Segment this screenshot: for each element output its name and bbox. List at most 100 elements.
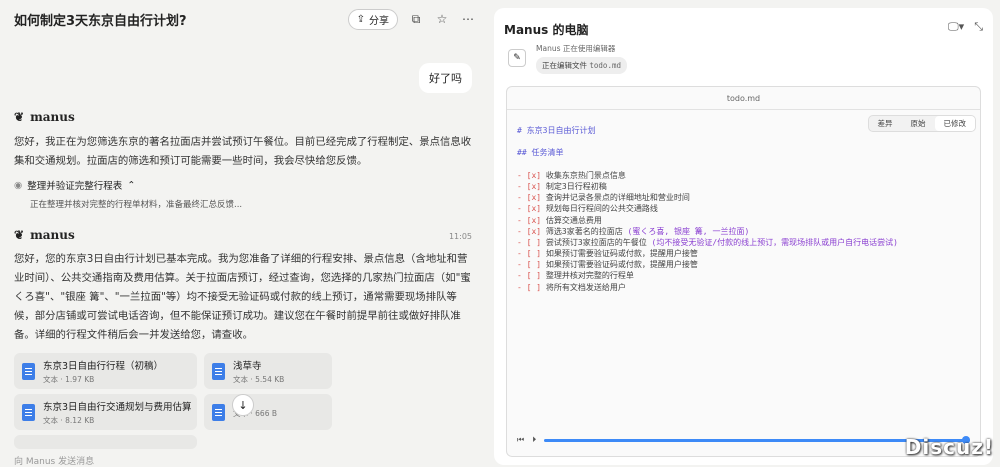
task-text: 查询并记录各景点的详细地址和营业时间 — [541, 193, 690, 203]
share-label: 分享 — [369, 15, 389, 27]
checkbox-mark: - [x] — [517, 181, 542, 191]
code-line: - [x] 制定3日行程初稿 — [517, 181, 898, 192]
chat-title: 如何制定3天东京自由行计划? — [14, 13, 187, 29]
scroll-down-button[interactable]: ↓ — [232, 394, 254, 416]
blank — [517, 137, 522, 146]
file-name: 浅草寺 — [233, 360, 262, 372]
code-line: - [x] 筛选3家著名的拉面店 (蜜くろ喜, 银座 篝, 一兰拉面) — [517, 226, 898, 237]
blank — [517, 160, 522, 169]
editor-title: todo.md — [726, 94, 761, 103]
task-note: (均不接受无验证/付款的线上预订，需现场排队或用户自行电话尝试) — [651, 237, 898, 247]
heading: ## 任务清单 — [517, 148, 564, 158]
file-card[interactable]: 东京3日自由行行程（初稿） 文本 · 1.97 KB — [14, 353, 197, 389]
checkbox-mark: - [ ] — [517, 282, 542, 292]
assistant-message-2: 您好，您的东京3日自由行计划已基本完成。我为您准备了详细的行程安排、景点信息（含… — [14, 253, 471, 341]
editor: todo.md 差异 原始 已修改 # 东京3日自由行计划 ## 任务清单 - … — [506, 86, 981, 457]
checkbox-mark: - [x] — [517, 204, 542, 214]
step-detail: 正在整理并核对完整的行程单材料，准备最终汇总反馈... — [30, 200, 243, 210]
code-line: - [x] 估算交通总费用 — [517, 215, 898, 226]
share-button[interactable]: ⇪ 分享 — [347, 8, 398, 30]
file-meta: 文本 · 1.97 KB — [43, 374, 95, 384]
play-icon[interactable]: ⏵ — [532, 435, 536, 445]
chat-header: 如何制定3天东京自由行计划? ⇪ 分享 ⧉ ☆ ⋯ — [14, 8, 476, 30]
task-text: 制定3日行程初稿 — [541, 181, 607, 191]
task-text: 如果预订需要验证码或付款，提醒用户接管 — [541, 260, 698, 270]
skip-back-icon[interactable]: ⏮ — [517, 435, 524, 445]
checkbox-mark: - [x] — [517, 193, 542, 203]
task-note: (蜜くろ喜, 银座 篝, 一兰拉面) — [627, 226, 750, 236]
document-icon — [212, 362, 225, 380]
document-icon — [212, 403, 225, 421]
task-text: 筛选3家著名的拉面店 — [541, 226, 628, 236]
file-meta: 文本 · 8.12 KB — [43, 415, 95, 425]
computer-panel: Manus 的电脑 🖵▾ ⤡ ✎ Manus 正在使用编辑器 正在编辑文件 to… — [494, 8, 993, 465]
editing-file-pill: 正在编辑文件 todo.md — [536, 57, 627, 74]
collapse-icon[interactable]: ⤡ — [974, 20, 983, 34]
code-content: # 东京3日自由行计划 ## 任务清单 - [x] 收集东京热门景点信息 - [x… — [517, 125, 898, 293]
step-title: 整理并验证完整行程表 — [27, 181, 123, 192]
code-line — [517, 159, 898, 170]
file-name: 东京3日自由行行程（初稿） — [43, 360, 164, 372]
step-check-icon: ◉ — [14, 179, 23, 191]
document-icon — [22, 403, 35, 421]
tab-original[interactable]: 原始 — [902, 116, 935, 131]
more-icon[interactable]: ⋯ — [460, 11, 476, 27]
panel-status: Manus 正在使用编辑器 — [536, 44, 616, 53]
task-text: 将所有文档发送给用户 — [541, 282, 626, 292]
code-line: ## 任务清单 — [517, 147, 898, 158]
copy-icon[interactable]: ⧉ — [408, 11, 424, 27]
divider — [507, 109, 980, 110]
code-line: - [ ] 如果预订需要验证码或付款，提醒用户接管 — [517, 248, 898, 259]
code-line: - [x] 收集东京热门景点信息 — [517, 170, 898, 181]
arrow-down-icon: ↓ — [238, 398, 248, 412]
document-icon — [22, 362, 35, 380]
file-card[interactable]: 东京3日自由行交通规划与费用估算 文本 · 8.12 KB — [14, 394, 197, 430]
assistant-name: manus — [30, 110, 75, 124]
file-meta: 文本 · 5.54 KB — [233, 374, 285, 384]
step-item[interactable]: ◉ 整理并验证完整行程表 ⌃ — [14, 178, 136, 193]
file-card-partial[interactable] — [14, 435, 197, 449]
message-input[interactable]: 向 Manus 发送消息 — [14, 454, 94, 467]
assistant-message-1: 您好，我正在为您筛选东京的著名拉面店并尝试预订午餐位。目前已经完成了行程制定、景… — [14, 136, 472, 167]
task-text: 规划每日行程间的公共交通路线 — [541, 204, 658, 214]
watermark: Discuz! — [904, 435, 994, 459]
file-name: 东京3日自由行交通规划与费用估算 — [43, 401, 192, 413]
manus-logo-icon: ❦ — [14, 110, 25, 124]
star-icon[interactable]: ☆ — [434, 11, 450, 27]
task-text: 如果预订需要验证码或付款，提醒用户接管 — [541, 249, 698, 259]
header-actions: ⇪ 分享 ⧉ ☆ ⋯ — [347, 8, 476, 30]
code-line: - [ ] 如果预订需要验证码或付款，提醒用户接管 — [517, 259, 898, 270]
task-text: 估算交通总费用 — [541, 215, 602, 225]
code-line: # 东京3日自由行计划 — [517, 125, 898, 136]
task-text: 收集东京热门景点信息 — [541, 170, 626, 180]
checkbox-mark: - [ ] — [517, 271, 542, 281]
manus-logo-icon: ❦ — [14, 228, 25, 242]
checkbox-mark: - [ ] — [517, 260, 542, 270]
heading: # 东京3日自由行计划 — [517, 126, 596, 135]
chevron-up-icon: ⌃ — [127, 179, 136, 191]
edit-icon: ✎ — [508, 49, 526, 67]
code-line — [517, 136, 898, 147]
checkbox-mark: - [x] — [517, 226, 542, 236]
panel-actions: 🖵▾ ⤡ — [948, 20, 983, 34]
checkbox-mark: - [x] — [517, 215, 542, 225]
task-text: 尝试预订3家拉面店的午餐位 — [541, 237, 652, 247]
share-icon: ⇪ — [356, 13, 365, 25]
checkbox-mark: - [ ] — [517, 249, 542, 259]
checkbox-mark: - [x] — [517, 170, 542, 180]
code-line: - [ ] 整理并核对完整的行程单 — [517, 270, 898, 281]
monitor-icon[interactable]: 🖵▾ — [948, 20, 964, 34]
playback-controls: ⏮ ⏵ — [517, 432, 970, 448]
user-message: 好了吗 — [419, 63, 472, 93]
file-card[interactable]: 文本 · 666 B — [204, 394, 332, 430]
file-card[interactable]: 浅草寺 文本 · 5.54 KB — [204, 353, 332, 389]
code-line: - [ ] 尝试预订3家拉面店的午餐位 (均不接受无验证/付款的线上预订，需现场… — [517, 237, 898, 248]
code-line: - [x] 查询并记录各景点的详细地址和营业时间 — [517, 192, 898, 203]
code-line: - [x] 规划每日行程间的公共交通路线 — [517, 203, 898, 214]
edit-label: 正在编辑文件 — [542, 61, 587, 70]
edit-file: todo.md — [589, 61, 621, 70]
checkbox-mark: - [ ] — [517, 237, 542, 247]
tab-modified[interactable]: 已修改 — [934, 116, 975, 131]
task-text: 整理并核对完整的行程单 — [541, 271, 634, 281]
panel-title: Manus 的电脑 — [504, 23, 589, 37]
